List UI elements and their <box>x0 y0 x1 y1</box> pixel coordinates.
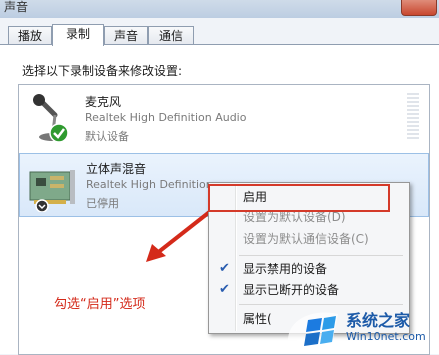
device-name: 麦克风 <box>85 95 122 109</box>
menu-item-label: 显示已断开的设备 <box>243 283 340 297</box>
device-microphone[interactable]: 麦克风 Realtek High Definition Audio 默认设备 <box>19 87 429 151</box>
level-meter <box>407 93 419 139</box>
watermark-title: 系统之家 <box>346 311 411 330</box>
menu-item-show-disabled[interactable]: ✔ 显示禁用的设备 <box>211 259 407 279</box>
annotation-text: 勾选“启用”选项 <box>54 297 146 312</box>
menu-separator <box>239 255 403 256</box>
window-title: 声音 <box>4 0 29 14</box>
microphone-icon <box>33 94 69 143</box>
tab-strip: 播放 录制 声音 通信 <box>0 24 439 46</box>
device-status: 默认设备 <box>85 130 129 143</box>
checkmark-icon: ✔ <box>219 261 230 276</box>
highlight-box <box>208 184 390 212</box>
menu-item-label: 属性( <box>243 312 272 326</box>
menu-item-label: 设置为默认通信设备(C) <box>243 232 369 246</box>
device-status: 已停用 <box>86 197 119 210</box>
device-description: Realtek High Definition <box>86 178 213 191</box>
tab-recording[interactable]: 录制 <box>52 24 104 46</box>
watermark-url: Win10net.com <box>346 330 426 343</box>
tab-communications[interactable]: 通信 <box>148 26 194 45</box>
instruction-text: 选择以下录制设备来修改设置: <box>22 64 183 78</box>
menu-item-label: 显示禁用的设备 <box>243 262 328 276</box>
menu-item-set-default-comm[interactable]: 设置为默认通信设备(C) <box>211 229 407 249</box>
tab-sounds[interactable]: 声音 <box>104 26 148 45</box>
tab-playback[interactable]: 播放 <box>8 26 52 45</box>
checkmark-icon: ✔ <box>219 282 230 297</box>
device-description: Realtek High Definition Audio <box>85 111 247 124</box>
sound-card-icon <box>29 170 75 212</box>
menu-item-show-disconnected[interactable]: ✔ 显示已断开的设备 <box>211 280 407 300</box>
close-button[interactable] <box>401 0 437 16</box>
device-name: 立体声混音 <box>86 162 147 176</box>
title-bar: 声音 <box>0 0 439 18</box>
